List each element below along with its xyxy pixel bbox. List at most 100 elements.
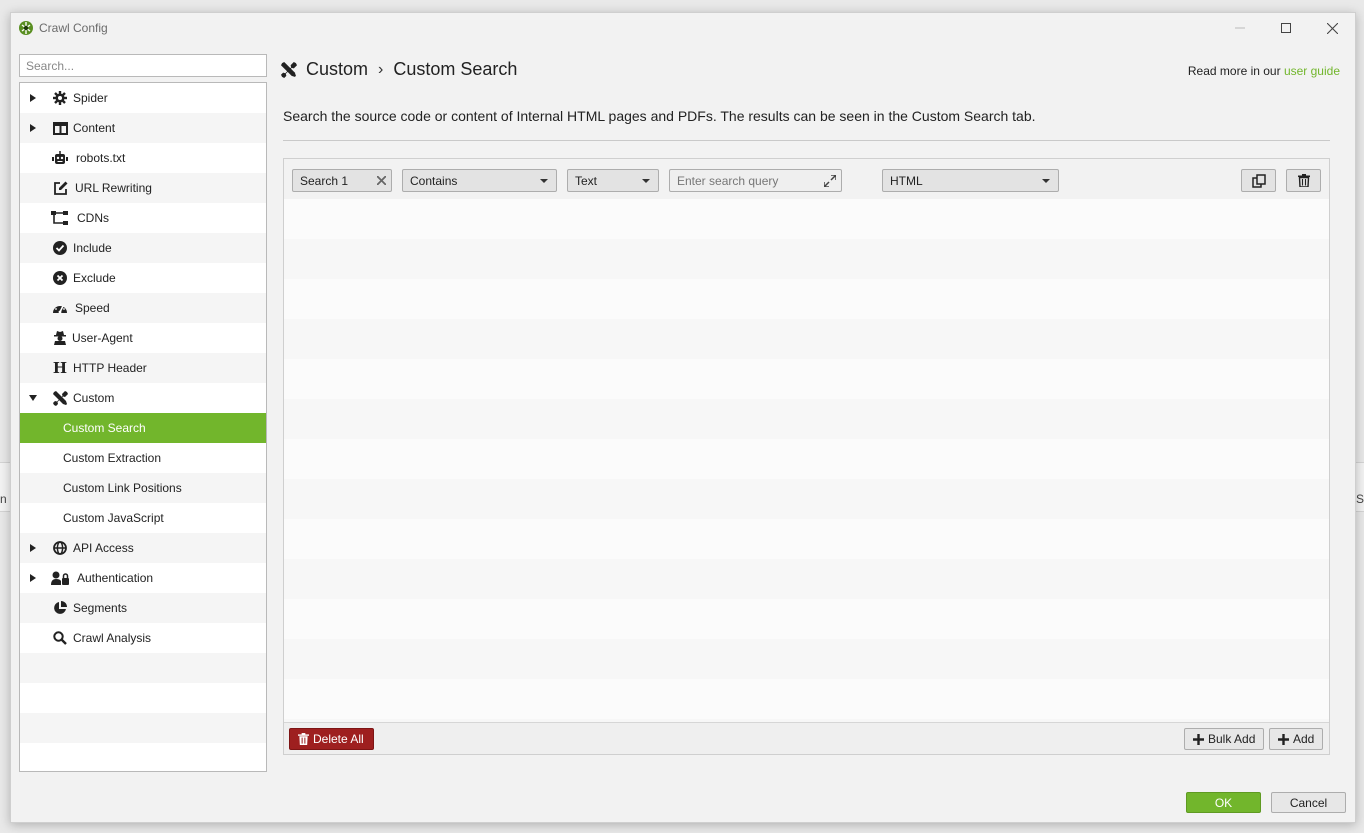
background-text-right: Se — [1356, 492, 1364, 506]
sidebar-item-cdns[interactable]: CDNs — [20, 203, 266, 233]
sidebar-item-api-access[interactable]: API Access — [20, 533, 266, 563]
breadcrumb-separator: › — [378, 60, 384, 78]
expand-arrow-icon[interactable] — [28, 93, 38, 103]
ok-button[interactable]: OK — [1186, 792, 1261, 813]
duplicate-button[interactable] — [1241, 169, 1276, 192]
chevron-down-icon — [642, 179, 650, 183]
search-name-value: Search 1 — [300, 173, 349, 188]
match-mode-select[interactable]: Contains — [402, 169, 557, 192]
expand-arrow-icon[interactable] — [28, 543, 38, 553]
plus-icon — [1193, 733, 1204, 745]
tree-filler-row — [20, 653, 266, 683]
close-button[interactable] — [1309, 13, 1355, 43]
sidebar-item-segments[interactable]: Segments — [20, 593, 266, 623]
sidebar-item-label: Spider — [73, 91, 108, 105]
delete-row-button[interactable] — [1286, 169, 1321, 192]
bulk-add-label: Bulk Add — [1208, 732, 1256, 746]
clear-icon[interactable] — [377, 176, 386, 185]
search-icon — [51, 629, 69, 647]
sidebar-item-custom-javascript[interactable]: Custom JavaScript — [20, 503, 266, 533]
add-button[interactable]: Add — [1269, 728, 1324, 750]
delete-all-label: Delete All — [313, 732, 364, 746]
expand-arrow-icon[interactable] — [28, 123, 38, 133]
trash-icon — [298, 733, 309, 745]
columns-icon — [51, 119, 69, 137]
title-bar: Crawl Config — [11, 13, 1355, 43]
globe-icon — [51, 539, 69, 557]
empty-row — [284, 479, 1329, 519]
background-text-left: n — [0, 492, 7, 506]
sidebar-item-http-header[interactable]: H HTTP Header — [20, 353, 266, 383]
sidebar-item-url-rewriting[interactable]: URL Rewriting — [20, 173, 266, 203]
cancel-button[interactable]: Cancel — [1271, 792, 1346, 813]
speedometer-icon — [51, 299, 69, 317]
read-more: Read more in our user guide — [1188, 64, 1340, 78]
plus-icon — [1278, 733, 1289, 745]
sidebar-item-authentication[interactable]: Authentication — [20, 563, 266, 593]
empty-row — [284, 639, 1329, 679]
sidebar-item-label: User-Agent — [72, 331, 133, 345]
empty-row — [284, 559, 1329, 599]
sidebar-item-label: Crawl Analysis — [73, 631, 152, 645]
empty-row — [284, 519, 1329, 559]
empty-row — [284, 319, 1329, 359]
user-guide-link[interactable]: user guide — [1284, 64, 1340, 78]
user-secret-icon — [51, 329, 69, 347]
sidebar-item-custom-extraction[interactable]: Custom Extraction — [20, 443, 266, 473]
robot-icon — [51, 149, 69, 167]
sidebar-item-custom-link-positions[interactable]: Custom Link Positions — [20, 473, 266, 503]
empty-row — [284, 279, 1329, 319]
sidebar-search-input[interactable] — [19, 54, 267, 77]
search-scope-value: HTML — [890, 173, 923, 188]
delete-all-button[interactable]: Delete All — [289, 728, 374, 750]
search-scope-select[interactable]: HTML — [882, 169, 1059, 192]
sidebar-item-label: Custom Search — [63, 421, 146, 435]
empty-row — [284, 599, 1329, 639]
sidebar-item-custom-search[interactable]: Custom Search — [20, 413, 266, 443]
sidebar-item-label: Content — [73, 121, 116, 135]
expand-icon[interactable] — [824, 175, 836, 187]
check-circle-icon — [51, 239, 69, 257]
match-mode-value: Contains — [410, 173, 458, 188]
sidebar-item-label: API Access — [73, 541, 134, 555]
empty-row — [284, 239, 1329, 279]
crawl-config-window: Crawl Config Spider Content — [10, 12, 1356, 823]
sidebar-item-label: Custom — [73, 391, 115, 405]
search-query-input[interactable] — [669, 169, 842, 192]
pie-chart-icon — [51, 599, 69, 617]
tree-filler-row — [20, 743, 266, 771]
edit-icon — [51, 179, 69, 197]
search-rows — [284, 159, 1329, 724]
minimize-button[interactable] — [1217, 13, 1263, 43]
tools-icon — [51, 389, 69, 407]
expand-arrow-icon[interactable] — [28, 573, 38, 583]
sidebar-item-speed[interactable]: Speed — [20, 293, 266, 323]
close-icon — [1326, 22, 1338, 34]
sidebar-item-crawl-analysis[interactable]: Crawl Analysis — [20, 623, 266, 653]
sidebar-item-content[interactable]: Content — [20, 113, 266, 143]
network-icon — [51, 209, 69, 227]
empty-row — [284, 359, 1329, 399]
divider — [283, 140, 1330, 141]
sidebar-item-label: HTTP Header — [73, 361, 147, 375]
add-label: Add — [1293, 732, 1315, 746]
collapse-arrow-icon[interactable] — [28, 393, 38, 403]
tree-filler-row — [20, 683, 266, 713]
search-name-field[interactable]: Search 1 — [292, 169, 392, 192]
sidebar-item-custom[interactable]: Custom — [20, 383, 266, 413]
copy-icon — [1251, 173, 1266, 188]
sidebar-item-include[interactable]: Include — [20, 233, 266, 263]
empty-row — [284, 679, 1329, 719]
bulk-add-button[interactable]: Bulk Add — [1184, 728, 1265, 750]
search-type-select[interactable]: Text — [567, 169, 659, 192]
sidebar-item-label: Speed — [75, 301, 110, 315]
sidebar-item-robots[interactable]: robots.txt — [20, 143, 266, 173]
sidebar-item-spider[interactable]: Spider — [20, 83, 266, 113]
maximize-button[interactable] — [1263, 13, 1309, 43]
tree-filler-row — [20, 713, 266, 743]
search-type-value: Text — [575, 173, 598, 188]
config-tree: Spider Content robots.txt URL Rewriting — [19, 82, 267, 772]
sidebar-item-user-agent[interactable]: User-Agent — [20, 323, 266, 353]
sidebar-item-exclude[interactable]: Exclude — [20, 263, 266, 293]
sidebar-item-label: Segments — [73, 601, 128, 615]
